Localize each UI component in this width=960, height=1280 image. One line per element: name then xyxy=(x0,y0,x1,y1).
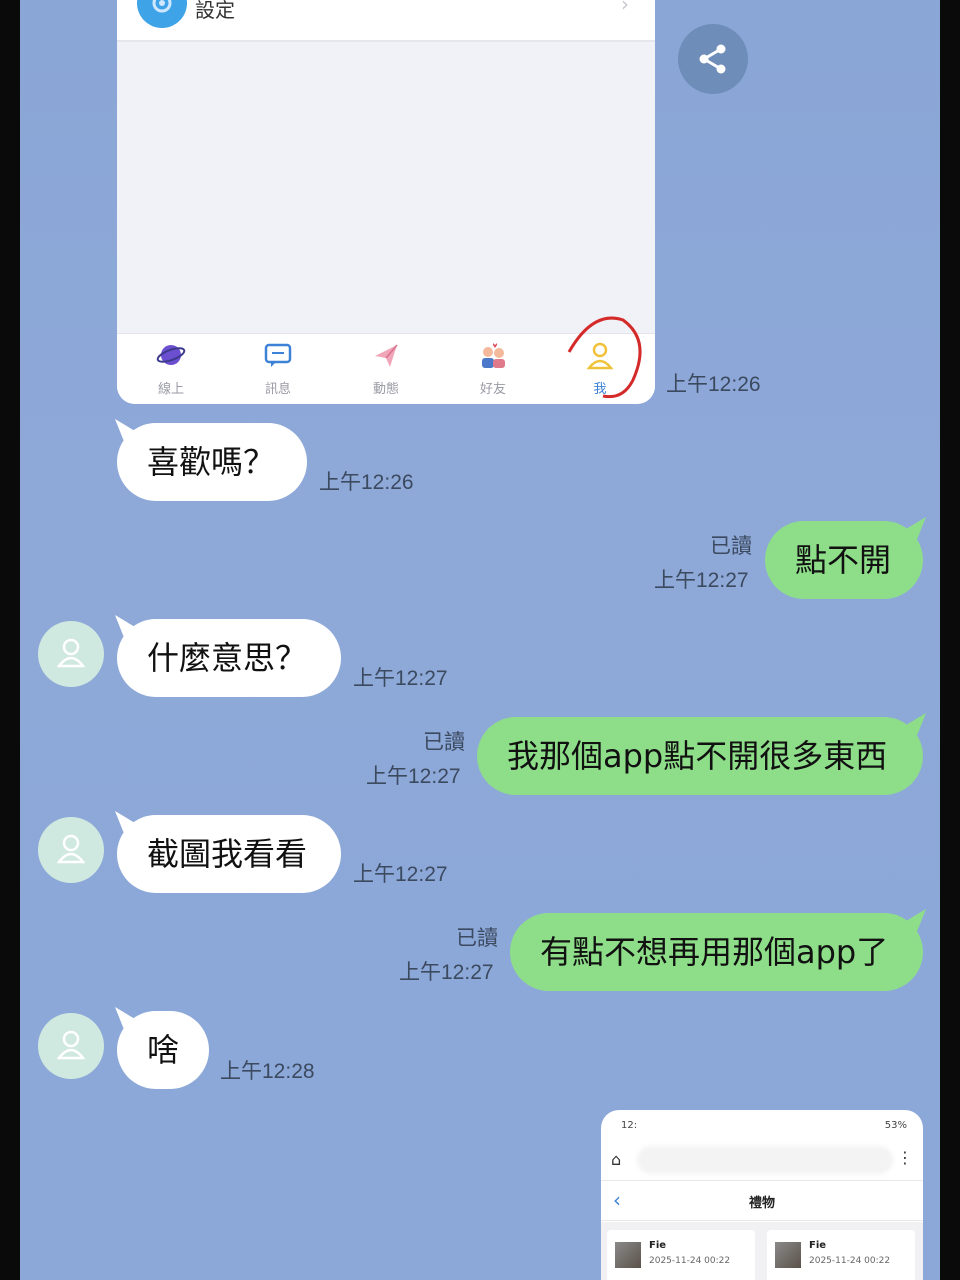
message-time: 上午12:27 xyxy=(654,569,749,592)
user-avatar-icon xyxy=(57,834,85,864)
gift-thumbnail xyxy=(615,1242,641,1268)
blurred-url xyxy=(637,1146,893,1174)
more-icon: ⋮ xyxy=(897,1148,913,1167)
browser-url-bar: ⌂ ⋮ xyxy=(601,1140,923,1181)
message-time: 上午12:26 xyxy=(319,471,414,494)
message-time: 上午12:27 xyxy=(353,863,448,886)
tab-friends: 好友 xyxy=(453,340,533,397)
share-icon xyxy=(699,44,726,74)
incoming-message[interactable]: 喜歡嗎？ xyxy=(117,423,307,501)
avatar[interactable] xyxy=(38,817,104,883)
gift-card: Fie 2025-11-24 00:22 xyxy=(767,1230,915,1280)
read-receipt: 已讀 xyxy=(423,731,465,754)
chevron-right-icon: › xyxy=(621,0,629,16)
read-receipt: 已讀 xyxy=(456,927,498,950)
red-annotation-circle xyxy=(567,316,642,399)
outgoing-message[interactable]: 有點不想再用那個app了 xyxy=(510,913,923,991)
friends-icon xyxy=(478,340,508,370)
gift-page-header: ‹ 禮物 xyxy=(601,1184,923,1221)
screen-edge-right xyxy=(940,0,960,1280)
phone-status-bar: 12: 53% xyxy=(601,1118,923,1138)
chat-icon xyxy=(263,340,293,370)
incoming-message[interactable]: 什麼意思？ xyxy=(117,619,341,697)
avatar[interactable] xyxy=(38,621,104,687)
user-avatar-icon xyxy=(57,638,85,668)
status-time: 12: xyxy=(621,1120,638,1131)
incoming-message[interactable]: 啥 xyxy=(117,1011,209,1089)
paper-plane-icon xyxy=(371,340,401,370)
message-time: 上午12:28 xyxy=(220,1060,315,1083)
chat-area[interactable]: 設定 › 線上 訊息 動態 好友 我 上午12:26 喜歡嗎？ 上午12:26 … xyxy=(20,0,940,1280)
gift-list: Fie 2025-11-24 00:22 Fie 2025-11-24 00:2… xyxy=(601,1222,923,1280)
battery-level: 53% xyxy=(884,1120,907,1131)
home-icon: ⌂ xyxy=(611,1150,622,1169)
share-button[interactable] xyxy=(678,24,748,94)
settings-row: 設定 › xyxy=(117,0,655,42)
screen-edge-left xyxy=(0,0,20,1280)
incoming-message[interactable]: 截圖我看看 xyxy=(117,815,341,893)
planet-icon xyxy=(156,340,186,370)
gear-icon xyxy=(137,0,187,28)
shared-phone-screenshot[interactable]: 12: 53% ⌂ ⋮ ‹ 禮物 Fie 2025-11-24 00:22 Fi… xyxy=(601,1110,923,1280)
page-title: 禮物 xyxy=(748,1196,775,1211)
message-time: 上午12:27 xyxy=(366,765,461,788)
avatar[interactable] xyxy=(38,1013,104,1079)
tab-messages: 訊息 xyxy=(238,340,318,397)
tab-moments: 動態 xyxy=(346,340,426,397)
outgoing-message[interactable]: 我那個app點不開很多東西 xyxy=(477,717,923,795)
gift-thumbnail xyxy=(775,1242,801,1268)
settings-label: 設定 xyxy=(195,0,235,22)
tab-online: 線上 xyxy=(131,340,211,397)
message-time: 上午12:26 xyxy=(666,373,761,396)
user-avatar-icon xyxy=(57,1030,85,1060)
message-time: 上午12:27 xyxy=(353,667,448,690)
outgoing-message[interactable]: 點不開 xyxy=(765,521,923,599)
read-receipt: 已讀 xyxy=(710,535,752,558)
gift-card: Fie 2025-11-24 00:22 xyxy=(607,1230,755,1280)
shared-screenshot[interactable]: 設定 › 線上 訊息 動態 好友 我 xyxy=(117,0,655,404)
message-time: 上午12:27 xyxy=(399,961,494,984)
